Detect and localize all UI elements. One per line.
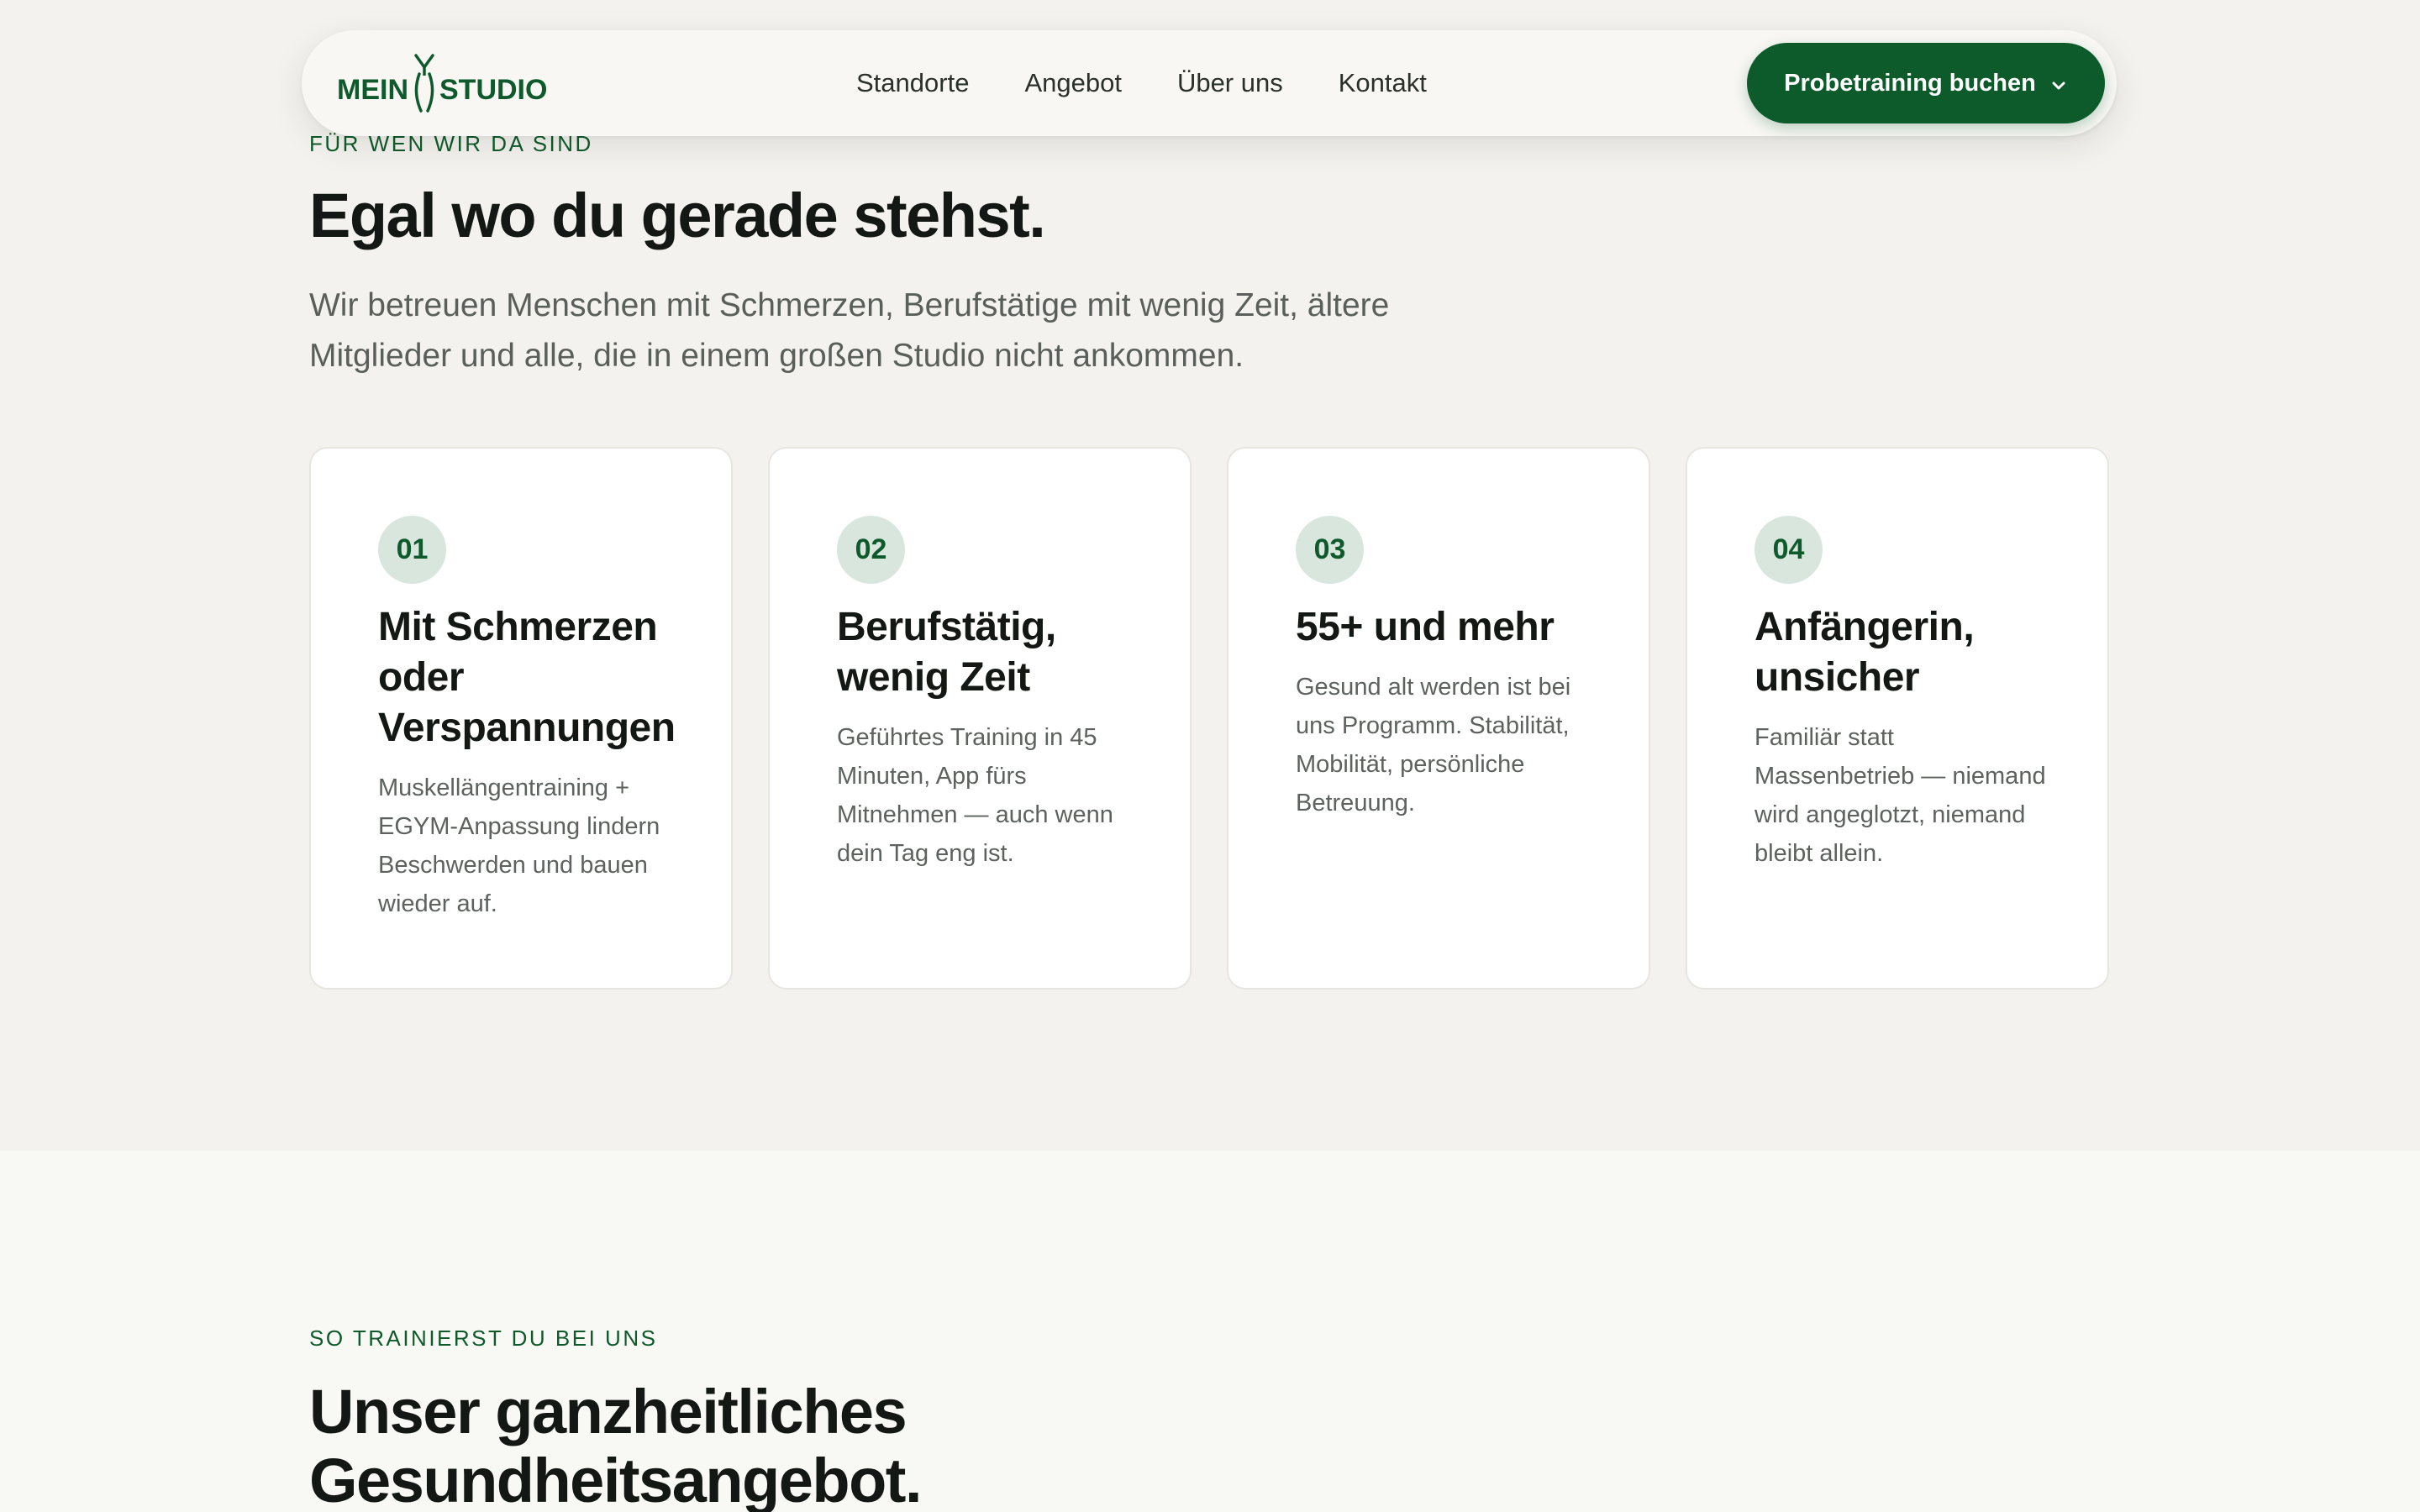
card-text: Gesund alt werden ist bei uns Programm. … [1296, 674, 1571, 816]
audience-lead: Wir betreuen Menschen mit Schmerzen, Ber… [309, 287, 1390, 374]
primary-nav: Standorte Angebot Über uns Kontakt [856, 30, 1427, 136]
card-number-badge: 03 [1296, 516, 1364, 584]
logo-text-right: STUDIO [439, 74, 547, 106]
card-title: Anfängerin, unsicher [1754, 605, 1975, 700]
audience-card-3: 03 55+ und mehr Gesund alt werden ist be… [1227, 447, 1650, 990]
card-title: Berufstätig, wenig Zeit [837, 605, 1056, 700]
card-text: Geführtes Training in 45 Minuten, App fü… [837, 724, 1113, 867]
logo-mark-icon: MEIN STUDIO [337, 54, 547, 113]
audience-card-2: 02 Berufstätig, wenig Zeit Geführtes Tra… [768, 447, 1192, 990]
card-title: 55+ und mehr [1296, 605, 1555, 649]
audience-card-1: 01 Mit Schmerzen oder Verspannungen Musk… [309, 447, 733, 990]
card-number-badge: 01 [378, 516, 446, 584]
logo-text-left: MEIN [337, 74, 408, 106]
card-text: Familiär statt Massenbetrieb — niemand w… [1754, 724, 2046, 867]
chevron-down-icon [2049, 74, 2068, 92]
card-text: Muskellängentraining + EGYM-Anpassung li… [378, 774, 660, 917]
offer-eyebrow: So trainierst du bei uns [309, 1326, 658, 1351]
nav-link-kontakt[interactable]: Kontakt [1339, 68, 1427, 98]
offer-title: Unser ganzheitliches Gesundheitsangebot. [309, 1377, 923, 1512]
brand-logo[interactable]: MEIN STUDIO [337, 50, 572, 116]
probetraining-button-label: Probetraining buchen [1784, 69, 2036, 97]
nav-link-standorte[interactable]: Standorte [856, 68, 969, 98]
audience-cards: 01 Mit Schmerzen oder Verspannungen Musk… [309, 447, 2111, 990]
audience-title: Egal wo du gerade stehst. [309, 181, 1046, 250]
card-title: Mit Schmerzen oder Verspannungen [378, 605, 676, 750]
card-number-badge: 02 [837, 516, 905, 584]
audience-card-4: 04 Anfängerin, unsicher Familiär statt M… [1686, 447, 2109, 990]
card-number-badge: 04 [1754, 516, 1823, 584]
probetraining-button[interactable]: Probetraining buchen [1747, 43, 2105, 123]
audience-section: Für wen wir da sind Egal wo du gerade st… [0, 0, 2420, 1151]
offer-section: So trainierst du bei uns Unser ganzheitl… [0, 1151, 2420, 1512]
nav-link-ueber-uns[interactable]: Über uns [1177, 68, 1283, 98]
nav-link-angebot[interactable]: Angebot [1024, 68, 1122, 98]
main-navbar: MEIN STUDIO Standorte Angebot Über uns K… [302, 30, 2117, 136]
